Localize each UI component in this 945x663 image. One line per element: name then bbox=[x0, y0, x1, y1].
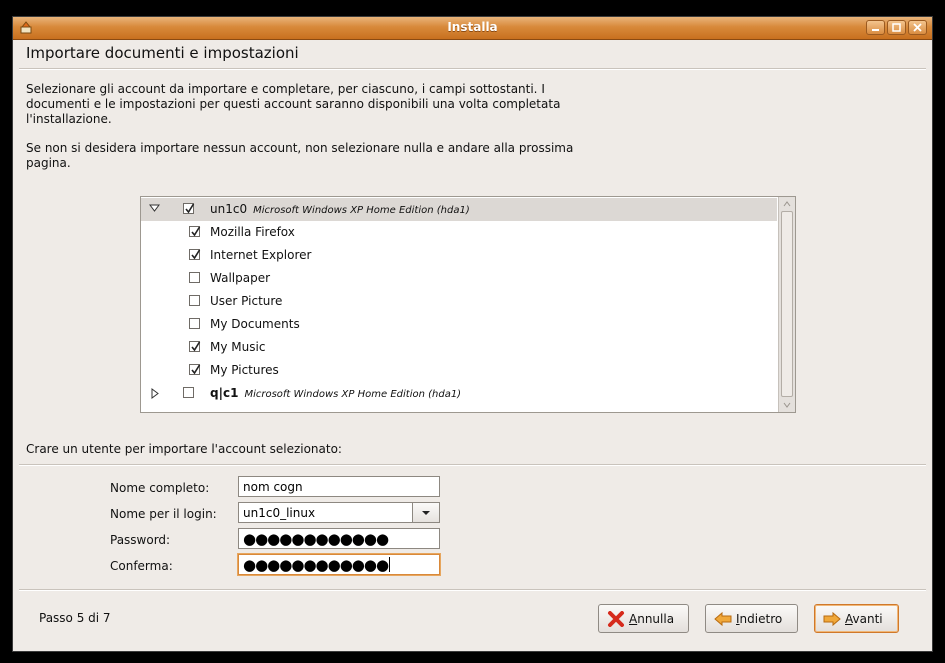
account-name: un1c0 Microsoft Windows XP Home Edition (… bbox=[210, 202, 470, 216]
account-name: q|c1 Microsoft Windows XP Home Edition (h… bbox=[210, 386, 462, 400]
intro-line-4: Se non si desidera importare nessun acco… bbox=[26, 141, 574, 155]
title-bar[interactable]: Installa bbox=[13, 17, 932, 40]
import-item-checkbox[interactable] bbox=[189, 226, 201, 237]
cancel-x-icon bbox=[608, 611, 624, 627]
maximize-icon bbox=[892, 23, 901, 32]
full-name-label: Nome completo: bbox=[110, 481, 210, 495]
import-item-row[interactable]: Mozilla Firefox bbox=[141, 221, 777, 244]
import-item-label: User Picture bbox=[210, 294, 283, 308]
step-indicator: Passo 5 di 7 bbox=[39, 611, 111, 625]
confirm-label: Conferma: bbox=[110, 559, 173, 573]
login-value: un1c0_linux bbox=[243, 506, 316, 520]
import-item-checkbox[interactable] bbox=[189, 272, 200, 283]
import-item-label: Internet Explorer bbox=[210, 248, 312, 262]
checkmark-icon bbox=[185, 203, 195, 214]
import-item-row[interactable]: Wallpaper bbox=[141, 267, 777, 290]
back-button[interactable]: Indietro bbox=[705, 604, 798, 633]
expander-down-icon[interactable] bbox=[149, 204, 160, 213]
password-input[interactable]: ●●●●●●●●●●●● bbox=[238, 528, 440, 549]
checkmark-icon bbox=[191, 364, 201, 375]
user-section-separator bbox=[19, 464, 926, 466]
tree-scrollbar[interactable] bbox=[778, 197, 795, 412]
installer-window: Installa Importare documenti e impostazi… bbox=[13, 17, 932, 651]
import-item-checkbox[interactable] bbox=[189, 341, 201, 352]
window-title: Installa bbox=[447, 20, 498, 34]
footer-separator bbox=[19, 589, 926, 591]
next-button[interactable]: Avanti bbox=[814, 604, 899, 633]
maximize-button[interactable] bbox=[887, 20, 906, 35]
confirm-mask: ●●●●●●●●●●●● bbox=[243, 556, 389, 574]
import-item-row[interactable]: My Pictures bbox=[141, 359, 777, 382]
account-row-qlc1[interactable]: q|c1 Microsoft Windows XP Home Edition (h… bbox=[141, 382, 777, 405]
password-label: Password: bbox=[110, 533, 171, 547]
chevron-down-icon bbox=[422, 511, 430, 515]
import-item-row[interactable]: User Picture bbox=[141, 290, 777, 313]
password-mask: ●●●●●●●●●●●● bbox=[243, 530, 389, 548]
scrollbar-thumb[interactable] bbox=[781, 211, 793, 397]
import-item-checkbox[interactable] bbox=[189, 295, 200, 306]
import-item-row[interactable]: My Documents bbox=[141, 313, 777, 336]
cancel-label: Annulla bbox=[629, 612, 675, 626]
login-label: Nome per il login: bbox=[110, 507, 217, 521]
full-name-value: nom cogn bbox=[243, 480, 303, 494]
account-row-un1c0[interactable]: un1c0 Microsoft Windows XP Home Edition (… bbox=[141, 198, 777, 221]
import-item-label: My Pictures bbox=[210, 363, 279, 377]
cancel-button[interactable]: Annulla bbox=[598, 604, 689, 633]
close-window-button[interactable] bbox=[908, 20, 927, 35]
intro-line-5: pagina. bbox=[26, 156, 71, 170]
header-separator bbox=[19, 68, 926, 70]
import-item-label: My Documents bbox=[210, 317, 300, 331]
import-item-checkbox[interactable] bbox=[189, 249, 201, 260]
arrow-right-icon bbox=[823, 611, 841, 627]
checkmark-icon bbox=[191, 226, 201, 237]
intro-line-1: Selezionare gli account da importare e c… bbox=[26, 82, 545, 96]
scroll-up-icon[interactable] bbox=[781, 198, 793, 211]
login-dropdown-button[interactable] bbox=[412, 503, 439, 522]
back-label: Indietro bbox=[736, 612, 783, 626]
import-item-row[interactable]: Internet Explorer bbox=[141, 244, 777, 267]
account-checkbox-qlc1[interactable] bbox=[183, 387, 194, 398]
user-section-label: Crare un utente per importare l'account … bbox=[26, 442, 342, 456]
account-description: Microsoft Windows XP Home Edition (hda1) bbox=[253, 205, 470, 216]
next-label: Avanti bbox=[845, 612, 883, 626]
checkmark-icon bbox=[191, 249, 201, 260]
checkmark-icon bbox=[191, 341, 201, 352]
import-item-label: Mozilla Firefox bbox=[210, 225, 295, 239]
page-title: Importare documenti e impostazioni bbox=[26, 44, 299, 62]
scroll-down-icon[interactable] bbox=[781, 398, 793, 411]
close-icon bbox=[913, 23, 922, 32]
intro-line-3: l'installazione. bbox=[26, 112, 112, 126]
text-cursor bbox=[389, 557, 390, 572]
confirm-password-input[interactable]: ●●●●●●●●●●●● bbox=[238, 554, 440, 575]
minimize-button[interactable] bbox=[866, 20, 885, 35]
import-item-checkbox[interactable] bbox=[189, 364, 201, 375]
account-description: Microsoft Windows XP Home Edition (hda1) bbox=[244, 389, 462, 400]
accounts-tree[interactable]: un1c0 Microsoft Windows XP Home Edition (… bbox=[140, 196, 796, 413]
login-combo[interactable]: un1c0_linux bbox=[238, 502, 440, 523]
import-item-label: Wallpaper bbox=[210, 271, 271, 285]
minimize-icon bbox=[872, 29, 879, 31]
import-item-label: My Music bbox=[210, 340, 266, 354]
import-item-checkbox[interactable] bbox=[189, 318, 200, 329]
expander-right-icon[interactable] bbox=[151, 388, 160, 399]
intro-line-2: documenti e le impostazioni per questi a… bbox=[26, 97, 561, 111]
import-item-row[interactable]: My Music bbox=[141, 336, 777, 359]
full-name-input[interactable]: nom cogn bbox=[238, 476, 440, 497]
account-checkbox-un1c0[interactable] bbox=[183, 203, 195, 214]
arrow-left-icon bbox=[714, 611, 732, 627]
